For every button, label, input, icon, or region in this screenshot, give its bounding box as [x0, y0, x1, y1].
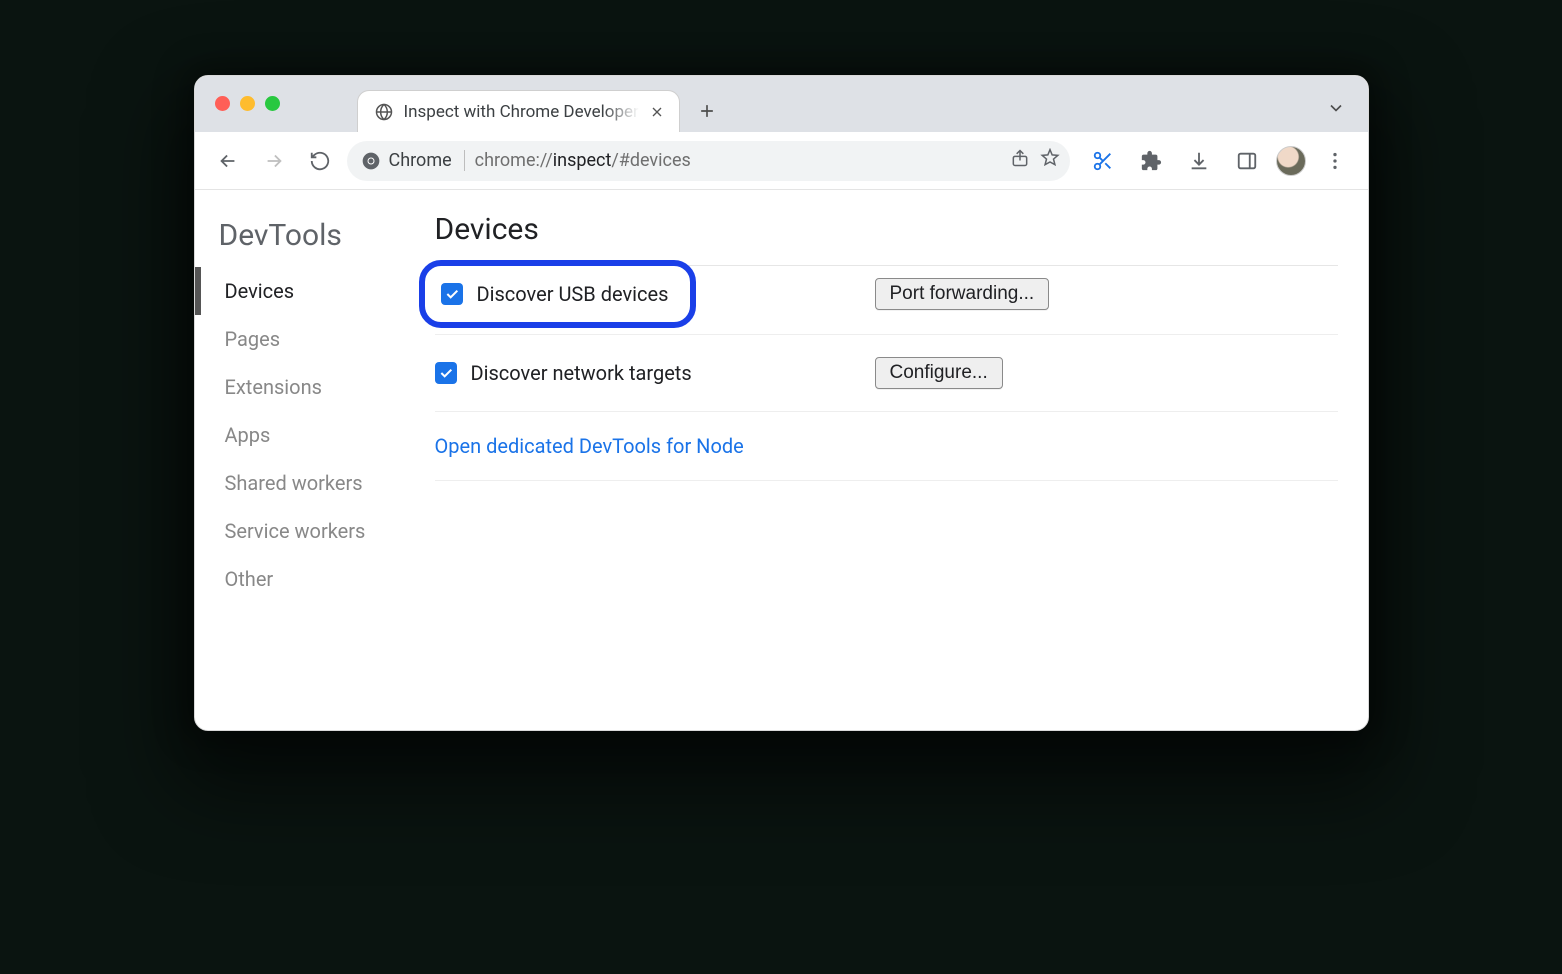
browser-tab[interactable]: Inspect with Chrome Developer: [357, 90, 680, 132]
bookmark-icon[interactable]: [1040, 148, 1060, 173]
sidebar-item-apps[interactable]: Apps: [195, 411, 425, 459]
new-tab-button[interactable]: [690, 94, 724, 128]
browser-window: Inspect with Chrome Developer: [194, 75, 1369, 731]
discover-network-checkbox[interactable]: [435, 362, 457, 384]
port-forwarding-button[interactable]: Port forwarding...: [875, 278, 1050, 310]
extensions-icon[interactable]: [1132, 142, 1170, 180]
discover-network-label: Discover network targets: [471, 361, 692, 385]
globe-icon: [374, 102, 394, 122]
sidebar-item-devices[interactable]: Devices: [195, 267, 425, 315]
sidebar-item-service-workers[interactable]: Service workers: [195, 507, 425, 555]
downloads-icon[interactable]: [1180, 142, 1218, 180]
tab-title: Inspect with Chrome Developer: [404, 102, 639, 122]
maximize-window-button[interactable]: [265, 96, 280, 111]
forward-button[interactable]: [255, 142, 293, 180]
configure-button[interactable]: Configure...: [875, 357, 1003, 389]
close-tab-button[interactable]: [649, 104, 665, 120]
discover-usb-label: Discover USB devices: [477, 282, 669, 306]
page-heading: Devices: [435, 212, 1338, 266]
site-chip[interactable]: Chrome: [361, 150, 465, 171]
url-text: chrome://inspect/#devices: [475, 150, 1000, 171]
network-row: Discover network targets Configure...: [435, 334, 1338, 412]
sidebar-item-extensions[interactable]: Extensions: [195, 363, 425, 411]
tabs-dropdown-button[interactable]: [1326, 98, 1356, 122]
close-window-button[interactable]: [215, 96, 230, 111]
sidebar-title: DevTools: [195, 218, 425, 267]
open-node-devtools-link[interactable]: Open dedicated DevTools for Node: [435, 434, 744, 458]
window-controls: [215, 96, 280, 111]
page-content: DevTools Devices Pages Extensions Apps S…: [195, 190, 1368, 730]
minimize-window-button[interactable]: [240, 96, 255, 111]
share-icon[interactable]: [1010, 148, 1030, 173]
usb-row: Discover USB devices Port forwarding...: [435, 266, 1338, 334]
side-panel-icon[interactable]: [1228, 142, 1266, 180]
toolbar: Chrome chrome://inspect/#devices: [195, 132, 1368, 190]
tab-strip: Inspect with Chrome Developer: [357, 76, 724, 132]
main-panel: Devices Discover USB devices Port forwar…: [425, 190, 1368, 730]
usb-highlight: Discover USB devices: [419, 260, 697, 328]
menu-icon[interactable]: [1316, 142, 1354, 180]
titlebar: Inspect with Chrome Developer: [195, 76, 1368, 132]
site-chip-label: Chrome: [389, 150, 452, 171]
scissors-icon[interactable]: [1084, 142, 1122, 180]
sidebar-item-pages[interactable]: Pages: [195, 315, 425, 363]
toolbar-actions: [1078, 142, 1354, 180]
chrome-icon: [361, 151, 381, 171]
node-link-row: Open dedicated DevTools for Node: [435, 412, 1338, 481]
profile-avatar[interactable]: [1276, 146, 1306, 176]
sidebar-item-other[interactable]: Other: [195, 555, 425, 603]
reload-button[interactable]: [301, 142, 339, 180]
sidebar-item-shared-workers[interactable]: Shared workers: [195, 459, 425, 507]
discover-usb-checkbox[interactable]: [441, 283, 463, 305]
back-button[interactable]: [209, 142, 247, 180]
address-bar[interactable]: Chrome chrome://inspect/#devices: [347, 141, 1070, 181]
sidebar: DevTools Devices Pages Extensions Apps S…: [195, 190, 425, 730]
